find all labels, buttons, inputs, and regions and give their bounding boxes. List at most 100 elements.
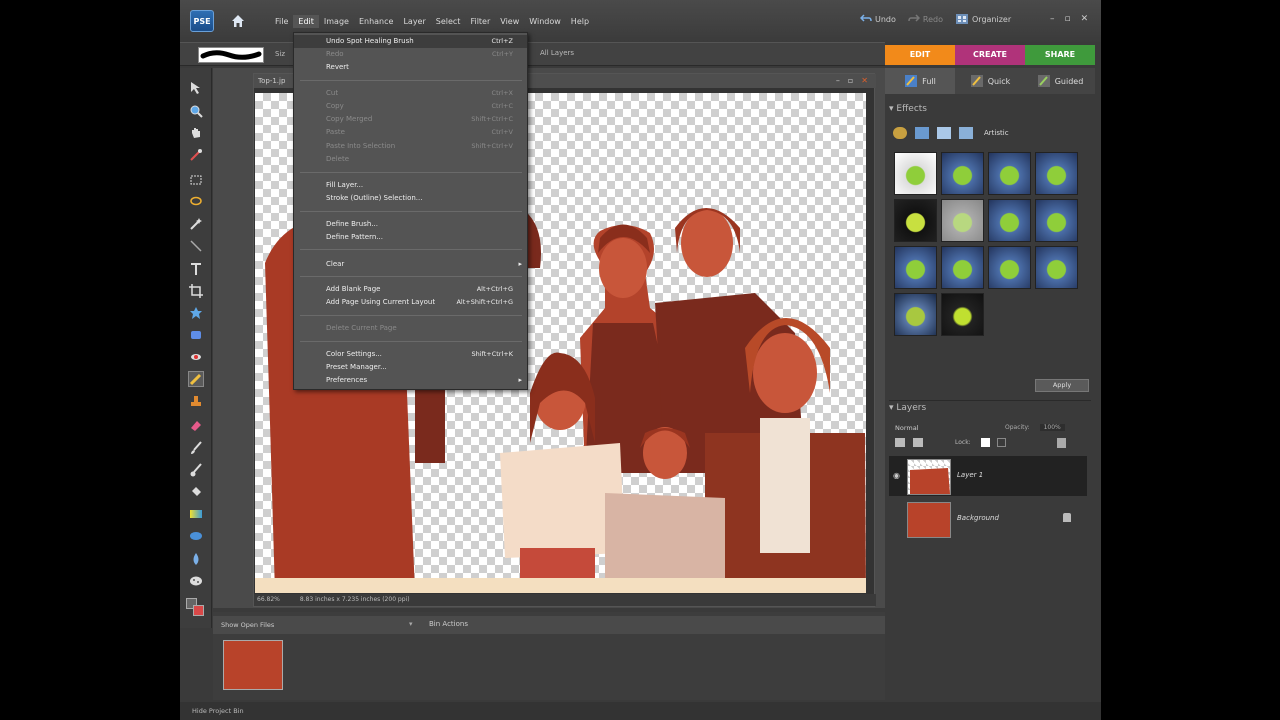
effect-thumbnail[interactable] [988, 199, 1031, 242]
effect-thumbnail[interactable] [894, 293, 937, 336]
effect-thumbnail[interactable] [1035, 246, 1078, 289]
visibility-eye-icon[interactable]: ◉ [893, 471, 900, 480]
hand-tool-icon[interactable] [188, 125, 204, 141]
effect-thumbnail[interactable] [1035, 152, 1078, 195]
crop-tool-icon[interactable] [188, 283, 204, 299]
menu-item-redo[interactable]: Redo Ctrl+Y [294, 48, 527, 61]
trash-icon[interactable] [1057, 438, 1066, 448]
menu-select[interactable]: Select [431, 15, 466, 28]
opacity-field[interactable]: 100% [1039, 424, 1065, 431]
menu-file[interactable]: File [270, 15, 293, 28]
menu-item-preset-manager[interactable]: Preset Manager... [294, 361, 527, 374]
show-open-files-select[interactable]: Show Open Files [221, 621, 274, 629]
effect-thumbnail[interactable] [941, 293, 984, 336]
effect-thumbnail[interactable] [988, 152, 1031, 195]
spot-healing-brush-tool-icon[interactable] [188, 371, 204, 387]
effect-thumbnail[interactable] [988, 246, 1031, 289]
gradient-tool-icon[interactable] [188, 506, 204, 522]
menu-item-revert[interactable]: Revert [294, 61, 527, 74]
doc-close-icon[interactable]: ✕ [861, 74, 868, 88]
menu-help[interactable]: Help [566, 15, 594, 28]
adjustment-layer-icon[interactable] [913, 438, 923, 447]
close-icon[interactable]: ✕ [1081, 14, 1089, 24]
open-file-thumbnail[interactable] [223, 640, 283, 690]
tab-quick[interactable]: Quick [955, 68, 1025, 94]
layer-row[interactable]: ◉ Layer 1 [889, 456, 1087, 496]
effects-header[interactable]: ▾ Effects [889, 102, 1091, 116]
sponge-tool-icon[interactable] [188, 573, 204, 589]
effect-thumbnail[interactable] [941, 246, 984, 289]
restore-icon[interactable]: ▫ [1065, 14, 1071, 24]
menu-item-paste-into[interactable]: Paste Into Selection Shift+Ctrl+V [294, 140, 527, 153]
menu-item-delete-page[interactable]: Delete Current Page [294, 322, 527, 335]
effects-category-select[interactable]: Artistic [984, 129, 1009, 137]
move-tool-icon[interactable] [188, 80, 204, 96]
new-layer-icon[interactable] [895, 438, 905, 447]
all-layers-option[interactable]: All Layers [540, 49, 574, 57]
hide-project-bin-toggle[interactable]: Hide Project Bin [192, 707, 244, 715]
effect-thumbnail[interactable] [941, 152, 984, 195]
undo-button[interactable]: Undo [860, 14, 896, 24]
redo-button[interactable]: Redo [908, 14, 943, 24]
tab-guided[interactable]: Guided [1025, 68, 1095, 94]
menu-item-preferences[interactable]: Preferences ▸ [294, 374, 527, 387]
tab-create[interactable]: CREATE [955, 45, 1025, 65]
clone-stamp-tool-icon[interactable] [188, 394, 204, 410]
menu-item-add-blank-page[interactable]: Add Blank Page Alt+Ctrl+G [294, 283, 527, 296]
shape-tool-icon[interactable] [188, 528, 204, 544]
photo-effects-icon[interactable] [937, 127, 951, 139]
marquee-tool-icon[interactable] [188, 172, 204, 188]
menu-item-clear[interactable]: Clear ▸ [294, 258, 527, 271]
lock-transparent-icon[interactable] [981, 438, 990, 447]
effect-thumbnail[interactable] [894, 246, 937, 289]
magic-wand-tool-icon[interactable] [188, 216, 204, 232]
effect-thumbnail[interactable] [894, 152, 937, 195]
menu-enhance[interactable]: Enhance [354, 15, 399, 28]
menu-item-delete[interactable]: Delete [294, 153, 527, 166]
menu-item-copy[interactable]: Copy Ctrl+C [294, 100, 527, 113]
menu-item-add-page-layout[interactable]: Add Page Using Current Layout Alt+Shift+… [294, 296, 527, 309]
recompose-tool-icon[interactable] [188, 327, 204, 343]
effect-thumbnail[interactable] [941, 199, 984, 242]
show-all-icon[interactable] [959, 127, 973, 139]
dropdown-arrow-icon[interactable]: ▾ [409, 620, 413, 628]
doc-restore-icon[interactable]: ▫ [848, 74, 853, 88]
smart-brush-tool-icon[interactable] [188, 462, 204, 478]
doc-minimize-icon[interactable]: – [836, 74, 840, 88]
effect-thumbnail[interactable] [1035, 199, 1078, 242]
menu-item-fill-layer[interactable]: Fill Layer... [294, 179, 527, 192]
minimize-icon[interactable]: – [1050, 14, 1055, 24]
menu-filter[interactable]: Filter [465, 15, 495, 28]
menu-view[interactable]: View [495, 15, 524, 28]
lasso-tool-icon[interactable] [188, 194, 204, 210]
bin-actions-menu[interactable]: Bin Actions [429, 620, 468, 628]
home-icon[interactable] [230, 13, 246, 29]
brush-tool-icon[interactable] [188, 440, 204, 456]
effect-thumbnail[interactable] [894, 199, 937, 242]
lock-all-icon[interactable] [997, 438, 1006, 447]
eraser-tool-icon[interactable] [188, 417, 204, 433]
background-color-swatch[interactable] [193, 605, 204, 616]
line-tool-icon[interactable] [188, 238, 204, 254]
cookie-cutter-tool-icon[interactable] [188, 305, 204, 321]
type-tool-icon[interactable] [188, 261, 204, 277]
paint-bucket-tool-icon[interactable] [188, 484, 204, 500]
tab-full[interactable]: Full [885, 68, 955, 94]
apply-button[interactable]: Apply [1035, 379, 1089, 392]
layer-styles-icon[interactable] [915, 127, 929, 139]
blur-tool-icon[interactable] [188, 551, 204, 567]
filters-icon[interactable] [893, 127, 907, 139]
menu-layer[interactable]: Layer [398, 15, 430, 28]
organizer-button[interactable]: Organizer [955, 13, 1011, 25]
layer-row[interactable]: Background [889, 499, 1087, 539]
menu-item-undo[interactable]: Undo Spot Healing Brush Ctrl+Z [294, 35, 527, 48]
brush-preview[interactable] [198, 47, 264, 63]
menu-item-cut[interactable]: Cut Ctrl+X [294, 87, 527, 100]
eyedropper-tool-icon[interactable] [188, 147, 204, 163]
zoom-tool-icon[interactable] [188, 103, 204, 119]
menu-item-color-settings[interactable]: Color Settings... Shift+Ctrl+K [294, 348, 527, 361]
menu-item-copy-merged[interactable]: Copy Merged Shift+Ctrl+C [294, 113, 527, 126]
tab-edit[interactable]: EDIT [885, 45, 955, 65]
menu-window[interactable]: Window [524, 15, 566, 28]
blend-mode-select[interactable]: Normal [895, 424, 919, 432]
